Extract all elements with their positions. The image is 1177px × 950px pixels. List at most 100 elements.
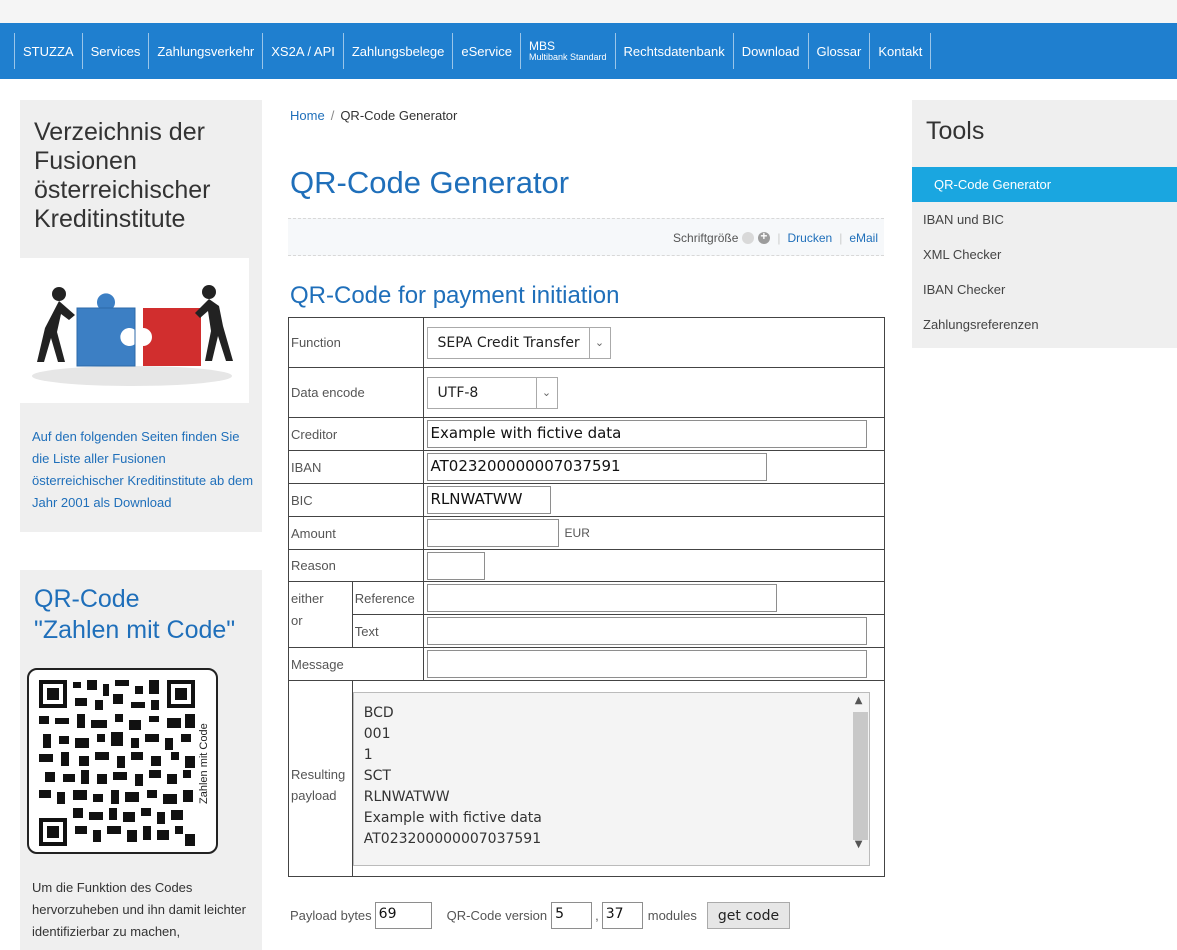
payload-bytes-field[interactable]: 69: [374, 902, 432, 929]
nav-item-zahlungsverkehr[interactable]: Zahlungsverkehr: [149, 33, 264, 69]
top-strip: [0, 0, 1177, 23]
breadcrumb: Home / QR-Code Generator: [290, 108, 457, 123]
nav-item-xs2a-api[interactable]: XS2A / API: [263, 33, 344, 69]
reference-cell: [422, 581, 886, 615]
tool-item-xml-checker[interactable]: XML Checker: [912, 237, 1177, 272]
nav-item-kontakt[interactable]: Kontakt: [870, 33, 932, 69]
scroll-thumb[interactable]: [852, 711, 868, 840]
function-select[interactable]: SEPA Credit Transfer ⌄: [426, 326, 611, 359]
main-navigation: STUZZA Services Zahlungsverkehr XS2A / A…: [0, 23, 1177, 79]
either-label: either: [291, 591, 324, 606]
qr-code-info-text: Um die Funktion des Codes hervorzuheben …: [32, 880, 246, 939]
message-input[interactable]: [426, 650, 867, 678]
function-cell: SEPA Credit Transfer ⌄: [422, 317, 886, 368]
font-increase-icon[interactable]: [758, 229, 771, 244]
tools-title: Tools: [926, 117, 985, 145]
fusion-directory-text[interactable]: Auf den folgenden Seiten finden Sie die …: [32, 426, 257, 514]
reason-row: Reason: [288, 549, 886, 582]
tool-item-iban-und-bic[interactable]: IBAN und BIC: [912, 202, 1177, 237]
breadcrumb-home-link[interactable]: Home: [290, 108, 325, 123]
scroll-up-icon[interactable]: ▲: [855, 695, 863, 706]
iban-input[interactable]: AT023200000007037591: [426, 453, 767, 481]
tool-item-iban-checker[interactable]: IBAN Checker: [912, 272, 1177, 307]
puzzle-image[interactable]: [15, 258, 249, 403]
message-row: Message: [288, 647, 886, 681]
iban-row: IBAN AT023200000007037591: [288, 450, 886, 484]
zahlen-mit-code-card: Zahlen mit Code: [27, 668, 218, 854]
get-code-button[interactable]: get code: [706, 902, 791, 929]
fusion-directory-box: Verzeichnis der Fusionen österreichische…: [15, 100, 262, 532]
payload-label: Resulting payload: [288, 680, 353, 877]
amount-input[interactable]: [426, 519, 559, 547]
text-row: Text: [289, 614, 886, 648]
breadcrumb-current: QR-Code Generator: [340, 108, 458, 123]
print-link[interactable]: Drucken: [788, 231, 833, 245]
message-cell: [422, 647, 886, 681]
payload-scrollbar[interactable]: ▲ ▼: [851, 693, 868, 864]
payload-line: SCT: [363, 767, 391, 784]
nav-mbs-subtitle: Multibank Standard: [528, 52, 607, 62]
amount-row: Amount EUR: [288, 516, 886, 550]
font-decrease-icon[interactable]: [742, 232, 755, 244]
payload-line: BCD: [363, 704, 394, 721]
payload-line: 1: [363, 746, 373, 763]
function-row: Function SEPA Credit Transfer ⌄: [288, 317, 886, 368]
bic-row: BIC RLNWATWW: [288, 483, 886, 517]
message-label: Message: [288, 647, 424, 681]
nav-item-services[interactable]: Services: [83, 33, 150, 69]
toolbar-divider: |: [839, 231, 843, 245]
reason-label: Reason: [288, 549, 424, 582]
creditor-label: Creditor: [288, 417, 424, 451]
or-label: or: [291, 613, 303, 628]
qr-version-label: QR-Code version: [446, 908, 548, 923]
tools-list: QR-Code Generator IBAN und BIC XML Check…: [912, 167, 1177, 342]
amount-currency: EUR: [564, 526, 590, 540]
bic-cell: RLNWATWW: [422, 483, 886, 517]
reason-input[interactable]: [426, 551, 485, 580]
tool-item-qr-code-generator[interactable]: QR-Code Generator: [912, 167, 1177, 202]
qr-version-field[interactable]: 5: [551, 902, 593, 929]
chevron-down-icon: ⌄: [535, 377, 557, 408]
bic-input[interactable]: RLNWATWW: [426, 486, 551, 514]
payload-line: RLNWATWW: [363, 788, 450, 805]
nav-item-glossar[interactable]: Glossar: [809, 33, 871, 69]
payload-label-line2: payload: [291, 787, 337, 803]
nav-mbs-title: MBS: [528, 39, 555, 53]
text-cell: [422, 614, 886, 648]
version-modules-separator: ,: [595, 908, 599, 923]
reference-input[interactable]: [426, 584, 777, 612]
qr-title-line2: "Zahlen mit Code": [34, 616, 236, 644]
either-or-cell: either or: [288, 581, 353, 648]
modules-label: modules: [647, 908, 697, 923]
encode-cell: UTF-8 ⌄: [422, 367, 886, 418]
payload-bytes-label: Payload bytes: [290, 908, 372, 923]
nav-item-stuzza[interactable]: STUZZA: [14, 33, 83, 69]
breadcrumb-separator: /: [330, 108, 335, 123]
nav-item-zahlungsbelege[interactable]: Zahlungsbelege: [344, 33, 454, 69]
iban-label: IBAN: [288, 450, 424, 484]
toolbar-divider: |: [777, 231, 781, 245]
email-link[interactable]: eMail: [849, 231, 878, 245]
text-input[interactable]: [426, 617, 867, 645]
zahlen-mit-code-label: Zahlen mit Code: [198, 704, 214, 824]
nav-item-mbs[interactable]: MBS Multibank Standard: [521, 33, 616, 69]
payload-row: Resulting payload BCD 001 1 SCT RLNWATWW…: [288, 680, 886, 877]
function-selected-value: SEPA Credit Transfer: [437, 334, 580, 351]
creditor-row: Creditor Example with fictive data: [288, 417, 886, 451]
qr-code-info-title: QR-Code "Zahlen mit Code": [20, 570, 262, 646]
payload-textarea[interactable]: BCD 001 1 SCT RLNWATWW Example with fict…: [352, 691, 870, 866]
nav-item-eservice[interactable]: eService: [453, 33, 521, 69]
chevron-down-icon: ⌄: [588, 327, 610, 358]
qr-modules-field[interactable]: 37: [601, 902, 643, 929]
nav-item-rechtsdatenbank[interactable]: Rechtsdatenbank: [616, 33, 734, 69]
encode-selected-value: UTF-8: [437, 384, 479, 401]
payload-line: AT023200000007037591: [363, 830, 542, 847]
nav-menu: STUZZA Services Zahlungsverkehr XS2A / A…: [14, 33, 932, 69]
tool-item-zahlungsreferenzen[interactable]: Zahlungsreferenzen: [912, 307, 1177, 342]
creditor-input[interactable]: Example with fictive data: [426, 420, 867, 448]
section-title: QR-Code for payment initiation: [290, 282, 620, 309]
qr-title-line1: QR-Code: [34, 585, 140, 613]
scroll-down-icon[interactable]: ▼: [855, 839, 863, 850]
encode-select[interactable]: UTF-8 ⌄: [426, 376, 558, 409]
nav-item-download[interactable]: Download: [734, 33, 809, 69]
